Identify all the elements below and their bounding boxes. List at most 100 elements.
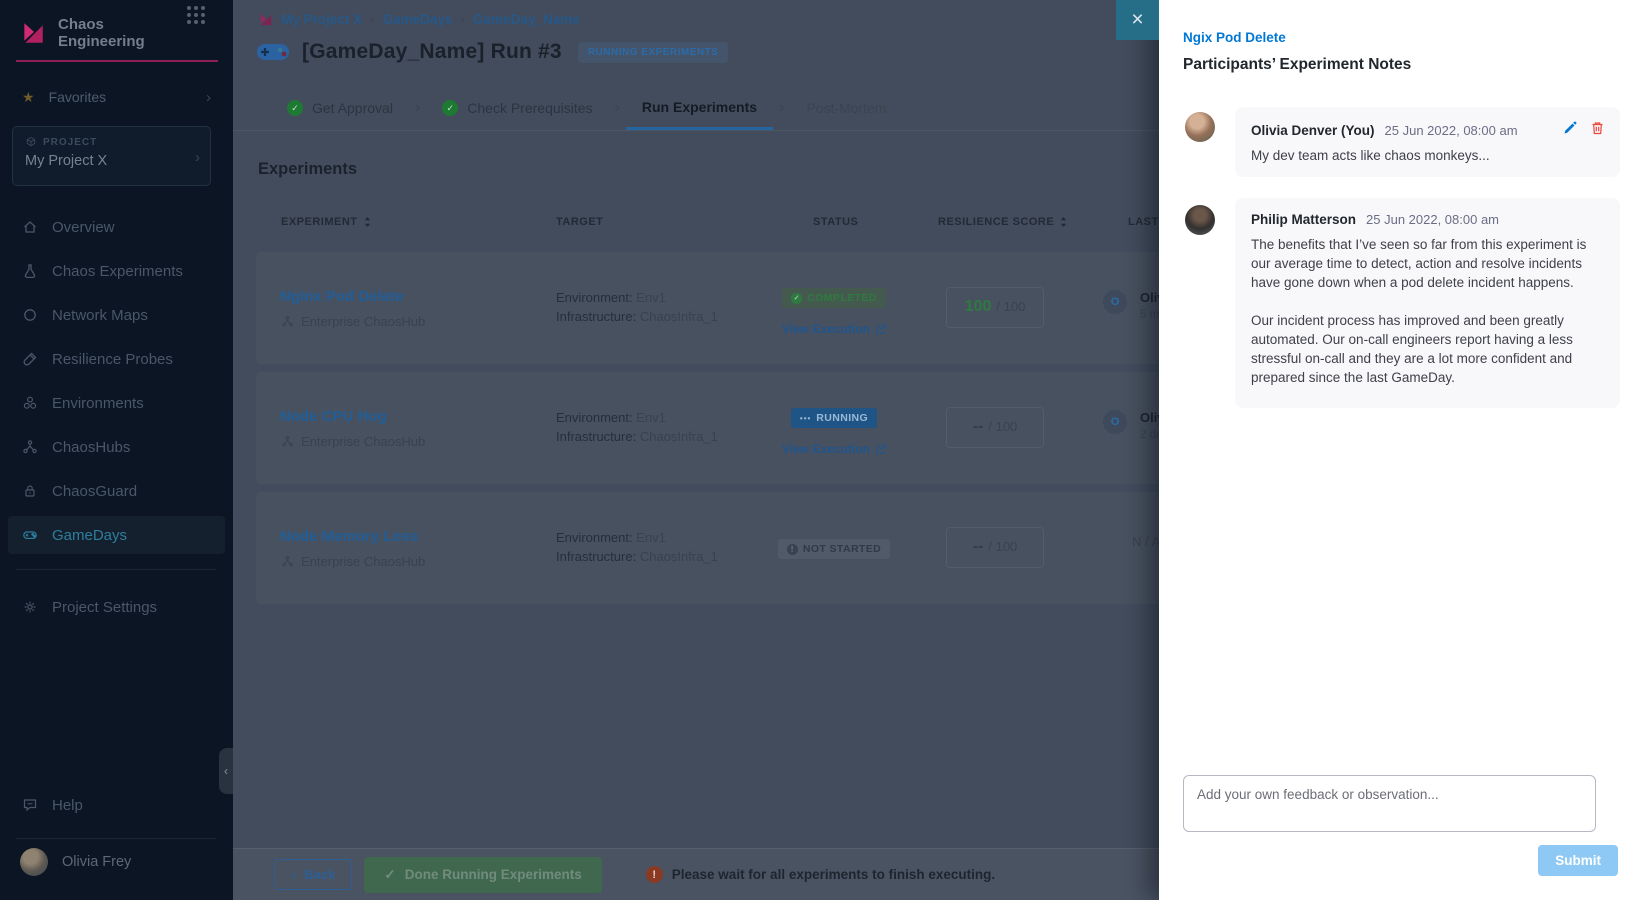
project-selector[interactable]: PROJECT My Project X › xyxy=(12,126,211,186)
sidebar-item-gamedays[interactable]: GameDays xyxy=(8,516,225,554)
chaos-logo-icon xyxy=(20,20,46,46)
column-experiment[interactable]: EXPERIMENT xyxy=(281,216,372,228)
sidebar-item-project-settings[interactable]: Project Settings xyxy=(8,588,225,626)
favorites-row[interactable]: ★ Favorites › xyxy=(0,82,233,112)
page-title: [GameDay_Name] Run #3 xyxy=(302,40,562,64)
experiment-link[interactable]: Nginx Pod Delete xyxy=(280,288,403,305)
home-icon xyxy=(22,219,38,235)
step-run-experiments[interactable]: Run Experiments xyxy=(626,86,773,130)
status-badge: ✓ COMPLETED xyxy=(782,288,886,308)
feedback-input[interactable] xyxy=(1183,775,1596,832)
page-header: [GameDay_Name] Run #3 RUNNING EXPERIMENT… xyxy=(256,40,728,64)
hub-icon xyxy=(281,315,294,328)
breadcrumb-link-gamedays[interactable]: GameDays xyxy=(383,12,453,27)
comment-author: Olivia Denver (You) xyxy=(1251,123,1375,138)
divider xyxy=(16,569,216,570)
warning-icon: ! xyxy=(646,866,663,883)
avatar xyxy=(20,848,48,876)
sidebar-item-chaosguard[interactable]: ChaosGuard xyxy=(8,472,225,510)
step-get-approval[interactable]: ✓ Get Approval xyxy=(271,86,409,130)
run-status-badge: RUNNING EXPERIMENTS xyxy=(578,42,729,63)
chevron-right-icon: › xyxy=(461,11,466,27)
sidebar-item-label: ChaosHubs xyxy=(52,439,130,456)
sidebar-item-label: Help xyxy=(52,797,83,814)
step-post-mortem[interactable]: Post-Mortem xyxy=(790,86,902,130)
chevron-right-icon: › xyxy=(773,86,790,130)
sidebar-item-environments[interactable]: Environments xyxy=(8,384,225,422)
step-label: Run Experiments xyxy=(642,99,757,115)
sidebar-item-overview[interactable]: Overview xyxy=(8,208,225,246)
view-execution-link[interactable]: View Execution xyxy=(754,322,914,336)
hub-icon xyxy=(281,555,294,568)
check-icon: ✓ xyxy=(384,867,395,883)
breadcrumb: My Project X › GameDays › GameDay_Name xyxy=(258,11,580,27)
sidebar-item-chaos-experiments[interactable]: Chaos Experiments xyxy=(8,252,225,290)
chevron-right-icon: › xyxy=(409,86,426,130)
avatar: O xyxy=(1103,290,1127,314)
sidebar-item-label: Chaos Experiments xyxy=(52,263,183,280)
experiment-link[interactable]: Node CPU Hog xyxy=(280,408,387,425)
sidebar-item-help[interactable]: Help xyxy=(8,786,225,824)
comment-card: Olivia Denver (You) 25 Jun 2022, 08:00 a… xyxy=(1235,107,1620,177)
probe-icon xyxy=(22,351,38,367)
delete-icon[interactable] xyxy=(1591,121,1604,135)
sidebar-item-label: ChaosGuard xyxy=(52,483,137,500)
hub-icon xyxy=(22,439,38,455)
submit-button[interactable]: Submit xyxy=(1538,845,1618,876)
star-icon: ★ xyxy=(22,89,35,106)
sidebar-help: Help xyxy=(8,786,225,830)
sidebar-settings: Project Settings xyxy=(8,588,225,632)
favorites-label: Favorites xyxy=(49,89,107,105)
step-label: Check Prerequisites xyxy=(467,100,592,116)
gameday-gamepad-icon xyxy=(256,40,290,64)
experiment-link[interactable]: Node Memory Loss xyxy=(280,528,418,545)
chevron-right-icon: › xyxy=(206,89,211,106)
step-check-prerequisites[interactable]: ✓ Check Prerequisites xyxy=(426,86,608,130)
sidebar-collapse-handle[interactable]: ‹ xyxy=(219,748,233,794)
chevron-left-icon: ‹ xyxy=(292,867,296,882)
brand-name: Chaos Engineering xyxy=(58,16,145,50)
avatar xyxy=(1185,205,1215,235)
sidebar-item-label: GameDays xyxy=(52,527,127,544)
hub-name: Enterprise ChaosHub xyxy=(301,314,425,329)
chaos-logo-icon xyxy=(258,12,273,27)
check-circle-icon: ✓ xyxy=(442,100,458,116)
hub-icon xyxy=(281,435,294,448)
user-profile[interactable]: Olivia Frey xyxy=(20,848,220,876)
check-circle-icon: ✓ xyxy=(287,100,303,116)
breadcrumb-link-gameday-name[interactable]: GameDay_Name xyxy=(473,12,580,27)
sidebar-item-label: Overview xyxy=(52,219,115,236)
edit-icon[interactable] xyxy=(1563,121,1577,135)
sidebar-nav: Overview Chaos Experiments Network Maps … xyxy=(8,208,225,560)
comment-timestamp: 25 Jun 2022, 08:00 am xyxy=(1366,212,1499,227)
breadcrumb-link-project[interactable]: My Project X xyxy=(281,12,362,27)
drawer-experiment-link[interactable]: Ngix Pod Delete xyxy=(1183,30,1286,45)
view-execution-link[interactable]: View Execution xyxy=(754,442,914,456)
avatar: O xyxy=(1103,410,1127,434)
info-circle-icon: ! xyxy=(787,544,798,555)
external-link-icon xyxy=(875,444,886,455)
status-cell: ! NOT STARTED xyxy=(754,492,914,604)
column-resilience-score[interactable]: RESILIENCE SCORE xyxy=(938,216,1068,228)
step-label: Post-Mortem xyxy=(806,100,886,116)
project-name: My Project X xyxy=(25,153,198,169)
environments-icon xyxy=(22,395,38,411)
done-running-experiments-button[interactable]: ✓ Done Running Experiments xyxy=(364,857,601,893)
running-dots-icon: ••• xyxy=(800,414,811,423)
sidebar-item-chaoshubs[interactable]: ChaosHubs xyxy=(8,428,225,466)
help-bubble-icon xyxy=(22,797,38,813)
module-grid-icon[interactable] xyxy=(187,6,205,24)
avatar xyxy=(1185,112,1215,142)
back-button[interactable]: ‹ Back xyxy=(275,859,352,890)
sidebar: Chaos Engineering ★ Favorites › PROJECT … xyxy=(0,0,233,900)
footer-warning: ! Please wait for all experiments to fin… xyxy=(646,866,995,883)
sidebar-item-label: Project Settings xyxy=(52,599,157,616)
hub-name: Enterprise ChaosHub xyxy=(301,434,425,449)
sidebar-item-network-maps[interactable]: Network Maps xyxy=(8,296,225,334)
project-label: PROJECT xyxy=(43,137,97,148)
status-badge: ••• RUNNING xyxy=(791,408,877,428)
sidebar-item-resilience-probes[interactable]: Resilience Probes xyxy=(8,340,225,378)
chevron-right-icon: › xyxy=(195,149,200,166)
external-link-icon xyxy=(875,324,886,335)
close-icon[interactable]: × xyxy=(1116,0,1159,40)
